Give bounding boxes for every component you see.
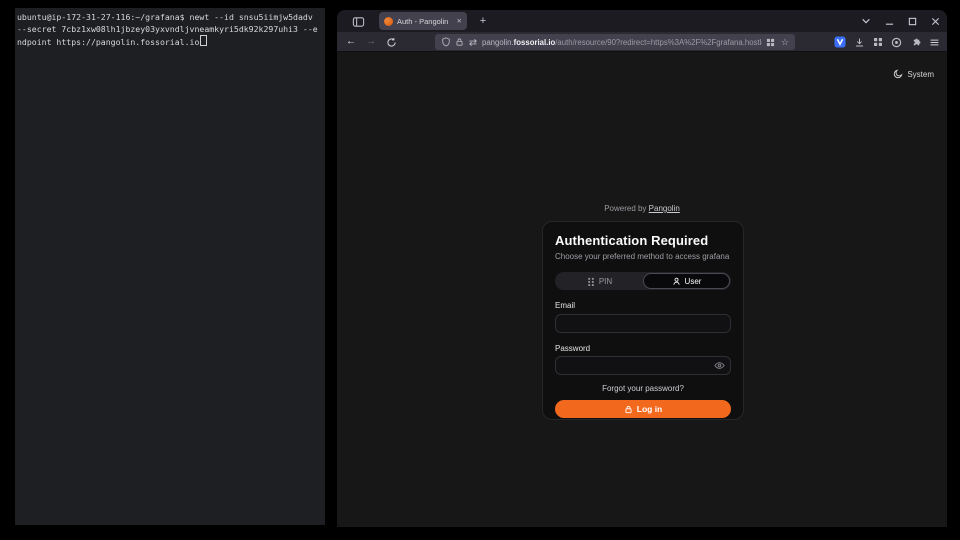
pangolin-link[interactable]: Pangolin xyxy=(649,204,680,213)
lock-icon[interactable] xyxy=(455,37,464,47)
email-field-wrap xyxy=(555,313,731,333)
shield-icon[interactable] xyxy=(441,37,451,47)
url-subdomain: pangolin. xyxy=(482,38,514,47)
tab-user[interactable]: User xyxy=(643,273,730,289)
browser-window: Auth - Pangolin ✕ + xyxy=(337,10,947,527)
containers-grid-icon[interactable] xyxy=(766,38,775,47)
window-controls xyxy=(860,10,941,32)
email-input[interactable] xyxy=(555,314,731,333)
browser-tab-auth-pangolin[interactable]: Auth - Pangolin ✕ xyxy=(379,12,467,30)
url-bar[interactable]: pangolin.fossorial.io/auth/resource/90?r… xyxy=(435,34,795,50)
tab-title: Auth - Pangolin xyxy=(397,17,454,26)
minimize-button[interactable] xyxy=(883,15,895,27)
login-button-label: Log in xyxy=(637,404,663,414)
menu-hamburger-icon[interactable] xyxy=(929,37,940,48)
reload-button[interactable] xyxy=(386,37,397,48)
tab-pin-label: PIN xyxy=(599,277,612,286)
powered-by: Powered by Pangolin xyxy=(337,204,947,213)
pangolin-favicon-icon xyxy=(384,17,393,26)
powered-by-text: Powered by xyxy=(604,204,646,213)
pin-keypad-icon xyxy=(587,277,595,286)
card-subtitle: Choose your preferred method to access g… xyxy=(555,252,731,261)
new-tab-button[interactable]: + xyxy=(475,15,491,27)
maximize-button[interactable] xyxy=(906,15,918,27)
forward-button[interactable]: → xyxy=(366,37,376,47)
terminal-line-text: ndpoint https://pangolin.fossorial.io xyxy=(17,37,199,47)
card-title: Authentication Required xyxy=(555,233,731,248)
show-password-eye-icon[interactable] xyxy=(714,360,725,371)
back-button[interactable]: ← xyxy=(346,37,356,47)
url-domain: fossorial.io xyxy=(514,38,556,47)
downloads-icon[interactable] xyxy=(854,37,865,48)
login-button[interactable]: Log in xyxy=(555,400,731,418)
login-lock-icon xyxy=(624,405,633,414)
nav-buttons: ← → xyxy=(346,32,397,52)
navigation-bar: ← → xyxy=(337,32,947,52)
terminal-line: ndpoint https://pangolin.fossorial.io xyxy=(17,35,323,48)
desktop: ubuntu@ip-172-31-27-116:~/grafana$ newt … xyxy=(0,0,960,540)
terminal-cursor xyxy=(200,35,207,46)
theme-toggle[interactable]: System xyxy=(893,69,934,79)
extensions-puzzle-icon[interactable] xyxy=(910,37,921,48)
page-content: System Powered by Pangolin Authenticatio… xyxy=(337,52,947,527)
list-tabs-icon[interactable] xyxy=(860,15,872,27)
tab-pin[interactable]: PIN xyxy=(556,273,643,289)
permissions-swap-icon[interactable] xyxy=(468,38,478,47)
theme-label: System xyxy=(907,70,934,79)
firefox-view-icon[interactable] xyxy=(347,13,369,29)
auth-card: Authentication Required Choose your pref… xyxy=(542,221,744,420)
auth-method-tabs: PIN User xyxy=(555,272,731,290)
close-window-button[interactable] xyxy=(929,15,941,27)
moon-icon xyxy=(893,69,903,79)
url-path: /auth/resource/90?redirect=https%3A%2F%2… xyxy=(555,38,762,47)
adblock-circle-icon[interactable] xyxy=(891,37,902,48)
url-bar-actions: ☆ xyxy=(766,38,789,47)
password-input[interactable] xyxy=(555,356,731,375)
url-text: pangolin.fossorial.io/auth/resource/90?r… xyxy=(482,38,762,47)
password-label: Password xyxy=(555,344,731,353)
apps-grid-icon[interactable] xyxy=(873,37,883,47)
terminal-line: ubuntu@ip-172-31-27-116:~/grafana$ newt … xyxy=(17,11,323,23)
terminal-line: --secret 7cbz1xw08lh1jbzey03yxvndljvneam… xyxy=(17,23,323,35)
password-field-wrap xyxy=(555,356,731,376)
tab-bar: Auth - Pangolin ✕ + xyxy=(337,10,947,32)
email-label: Email xyxy=(555,301,731,310)
forgot-password-link[interactable]: Forgot your password? xyxy=(555,384,731,393)
user-icon xyxy=(672,277,681,286)
terminal-window[interactable]: ubuntu@ip-172-31-27-116:~/grafana$ newt … xyxy=(15,8,325,525)
tab-close-icon[interactable]: ✕ xyxy=(457,17,462,25)
bookmark-star-icon[interactable]: ☆ xyxy=(781,38,789,47)
tab-user-label: User xyxy=(685,277,702,286)
extension-blue-icon[interactable] xyxy=(834,36,846,48)
toolbar-extensions xyxy=(834,32,940,52)
